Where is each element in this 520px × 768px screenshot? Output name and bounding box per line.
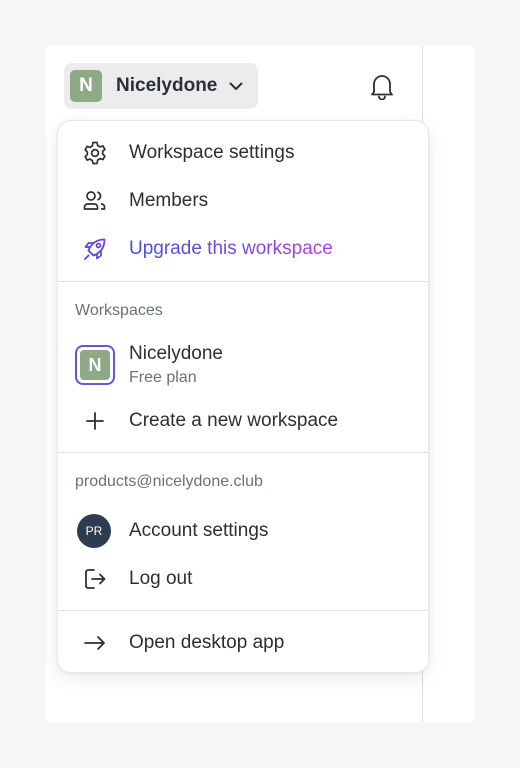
chevron-down-icon [229,82,243,91]
menu-item-open-desktop-app[interactable]: Open desktop app [58,625,428,661]
menu-item-workspace-settings[interactable]: Workspace settings [58,135,428,171]
menu-item-label: Open desktop app [129,632,285,653]
rocket-icon [82,236,108,262]
menu-item-label: Upgrade this workspace [129,238,333,259]
workspace-dropdown-menu: Workspace settings Members Upgrade this … [57,120,429,673]
workspace-avatar: N [70,70,102,102]
arrow-right-icon [82,630,108,656]
menu-divider [58,281,428,282]
menu-divider [58,610,428,611]
menu-item-create-workspace[interactable]: Create a new workspace [58,403,428,439]
gear-icon [82,140,108,166]
menu-divider [58,452,428,453]
workspace-item-name: Nicelydone [129,343,223,364]
members-icon [82,188,108,214]
menu-item-label: Log out [129,568,193,589]
workspace-switcher-button[interactable]: N Nicelydone [64,63,258,109]
menu-item-label: Account settings [129,520,269,541]
menu-item-label: Members [129,190,209,211]
section-label-workspaces: Workspaces [75,302,163,319]
bell-icon[interactable] [368,72,396,100]
workspace-name: Nicelydone [116,75,218,96]
plus-icon [82,408,108,434]
logout-icon [82,566,108,592]
avatar: PR [77,514,111,548]
menu-item-account-settings[interactable]: PR Account settings [58,511,428,551]
account-email: products@nicelydone.club [75,473,263,490]
workspace-item-avatar: N [75,345,115,385]
workspace-item-plan: Free plan [129,369,197,386]
menu-item-label: Workspace settings [129,142,295,163]
menu-item-label: Create a new workspace [129,410,339,431]
workspace-initial: N [80,350,110,380]
menu-item-members[interactable]: Members [58,183,428,219]
menu-item-log-out[interactable]: Log out [58,561,428,597]
menu-item-upgrade-workspace[interactable]: Upgrade this workspace [58,231,428,267]
